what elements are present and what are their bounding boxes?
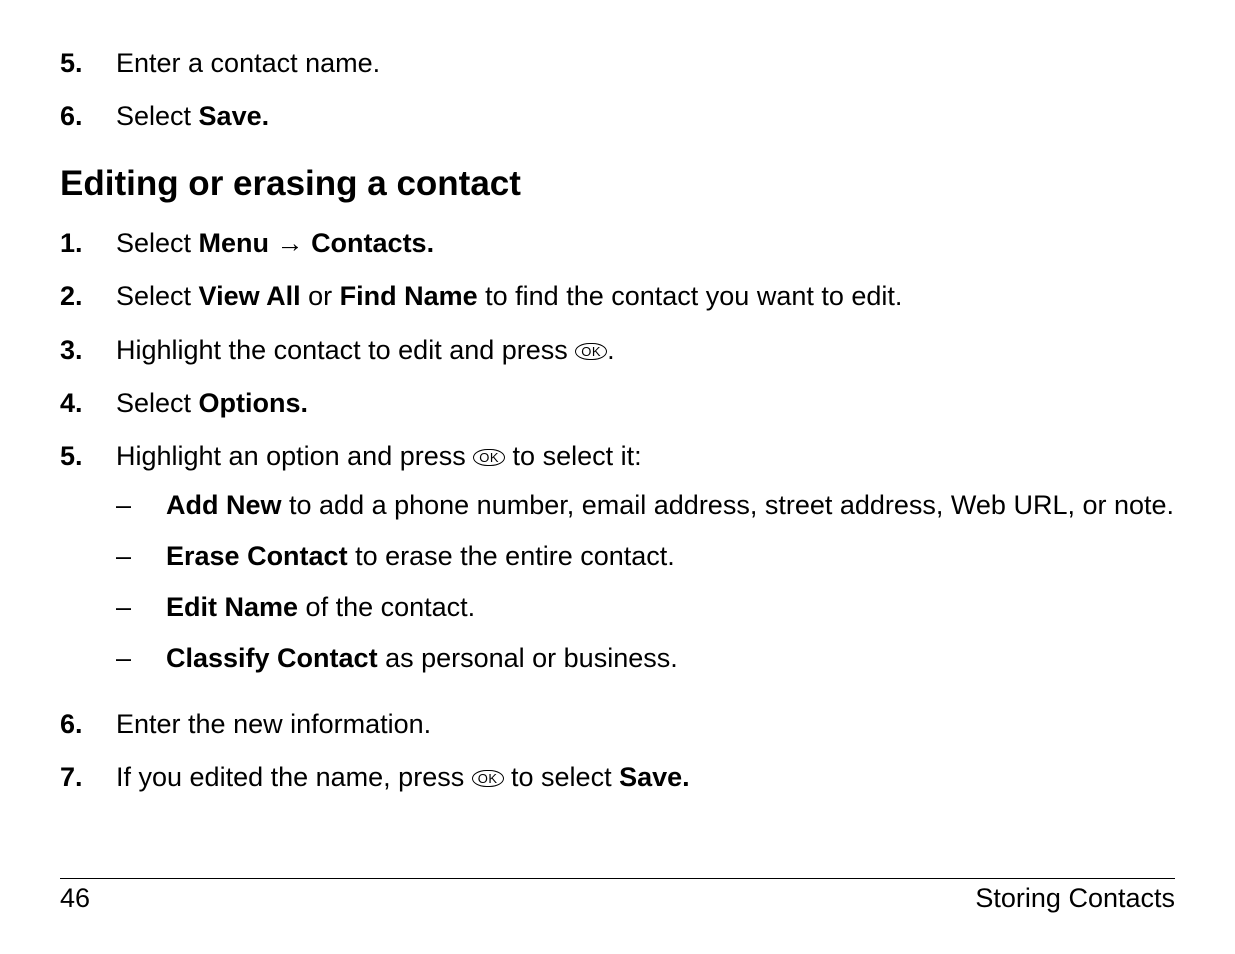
body-text: or <box>301 281 340 311</box>
sub-body: Add New to add a phone number, email add… <box>166 486 1175 525</box>
section-heading: Editing or erasing a contact <box>60 164 1175 204</box>
footer-rule <box>60 878 1175 879</box>
sub-list-item: –Classify Contact as personal or busines… <box>116 639 1175 678</box>
step-item: 1.Select Menu → Contacts. <box>60 224 1175 263</box>
ok-key-icon: OK <box>472 770 504 787</box>
body-text: to select <box>504 762 620 792</box>
ui-label: Classify Contact <box>166 643 378 673</box>
dash-bullet: – <box>116 639 166 678</box>
body-text: Highlight an option and press <box>116 441 473 471</box>
body-text: Enter the new information. <box>116 709 431 739</box>
body-text: Select <box>116 281 199 311</box>
step-body: Enter the new information. <box>116 705 1175 744</box>
page-number: 46 <box>60 883 90 914</box>
top-step-list: 5.Enter a contact name.6.Select Save. <box>60 44 1175 136</box>
step-body: Select Options. <box>116 384 1175 423</box>
ui-label: Contacts. <box>311 228 434 258</box>
sub-body: Edit Name of the contact. <box>166 588 1175 627</box>
ui-label: Menu <box>199 228 270 258</box>
step-item: 7.If you edited the name, press OK to se… <box>60 758 1175 797</box>
step-number: 1. <box>60 228 116 259</box>
body-text: Select <box>116 101 199 131</box>
step-number: 5. <box>60 441 116 472</box>
sub-list-item: –Edit Name of the contact. <box>116 588 1175 627</box>
step-item: 3.Highlight the contact to edit and pres… <box>60 331 1175 370</box>
main-step-list: 1.Select Menu → Contacts.2.Select View A… <box>60 224 1175 797</box>
step-body: Select Menu → Contacts. <box>116 224 1175 263</box>
sub-body: Erase Contact to erase the entire contac… <box>166 537 1175 576</box>
sub-list-item: –Erase Contact to erase the entire conta… <box>116 537 1175 576</box>
dash-bullet: – <box>116 537 166 576</box>
step-body: Select View All or Find Name to find the… <box>116 277 1175 316</box>
body-text: to add a phone number, email address, st… <box>282 490 1175 520</box>
body-text: Enter a contact name. <box>116 48 380 78</box>
ui-label: Erase Contact <box>166 541 348 571</box>
ui-label: Edit Name <box>166 592 298 622</box>
body-text: of the contact. <box>298 592 475 622</box>
step-item: 5.Enter a contact name. <box>60 44 1175 83</box>
step-body: Enter a contact name. <box>116 44 1175 83</box>
footer-section-title: Storing Contacts <box>975 883 1175 914</box>
sub-body: Classify Contact as personal or business… <box>166 639 1175 678</box>
ui-label: Save. <box>619 762 690 792</box>
ui-label: Options. <box>199 388 309 418</box>
step-item: 5.Highlight an option and press OK to se… <box>60 437 1175 691</box>
step-number: 6. <box>60 709 116 740</box>
body-text: Select <box>116 228 199 258</box>
body-text: Highlight the contact to edit and press <box>116 335 575 365</box>
step-body: Select Save. <box>116 97 1175 136</box>
step-item: 6.Enter the new information. <box>60 705 1175 744</box>
page-footer: 46 Storing Contacts <box>60 878 1175 914</box>
body-text: as personal or business. <box>378 643 678 673</box>
sub-list: –Add New to add a phone number, email ad… <box>116 486 1175 679</box>
ui-label: Find Name <box>340 281 478 311</box>
step-number: 3. <box>60 335 116 366</box>
ui-label: Save. <box>199 101 270 131</box>
body-text: to find the contact you want to edit. <box>478 281 903 311</box>
page: 5.Enter a contact name.6.Select Save. Ed… <box>0 0 1235 954</box>
ui-label: View All <box>199 281 301 311</box>
body-text: If you edited the name, press <box>116 762 472 792</box>
body-text: to select it: <box>505 441 642 471</box>
step-number: 4. <box>60 388 116 419</box>
body-text: to erase the entire contact. <box>348 541 675 571</box>
sub-list-item: –Add New to add a phone number, email ad… <box>116 486 1175 525</box>
step-body: Highlight the contact to edit and press … <box>116 331 1175 370</box>
arrow-icon: → <box>269 228 311 258</box>
ok-key-icon: OK <box>473 449 505 466</box>
step-number: 2. <box>60 281 116 312</box>
ok-key-icon: OK <box>575 343 607 360</box>
step-body: Highlight an option and press OK to sele… <box>116 437 1175 691</box>
step-number: 6. <box>60 101 116 132</box>
step-body: If you edited the name, press OK to sele… <box>116 758 1175 797</box>
dash-bullet: – <box>116 486 166 525</box>
step-number: 5. <box>60 48 116 79</box>
ui-label: Add New <box>166 490 282 520</box>
step-item: 2.Select View All or Find Name to find t… <box>60 277 1175 316</box>
step-item: 4.Select Options. <box>60 384 1175 423</box>
body-text: . <box>607 335 615 365</box>
step-number: 7. <box>60 762 116 793</box>
body-text: Select <box>116 388 199 418</box>
dash-bullet: – <box>116 588 166 627</box>
step-item: 6.Select Save. <box>60 97 1175 136</box>
